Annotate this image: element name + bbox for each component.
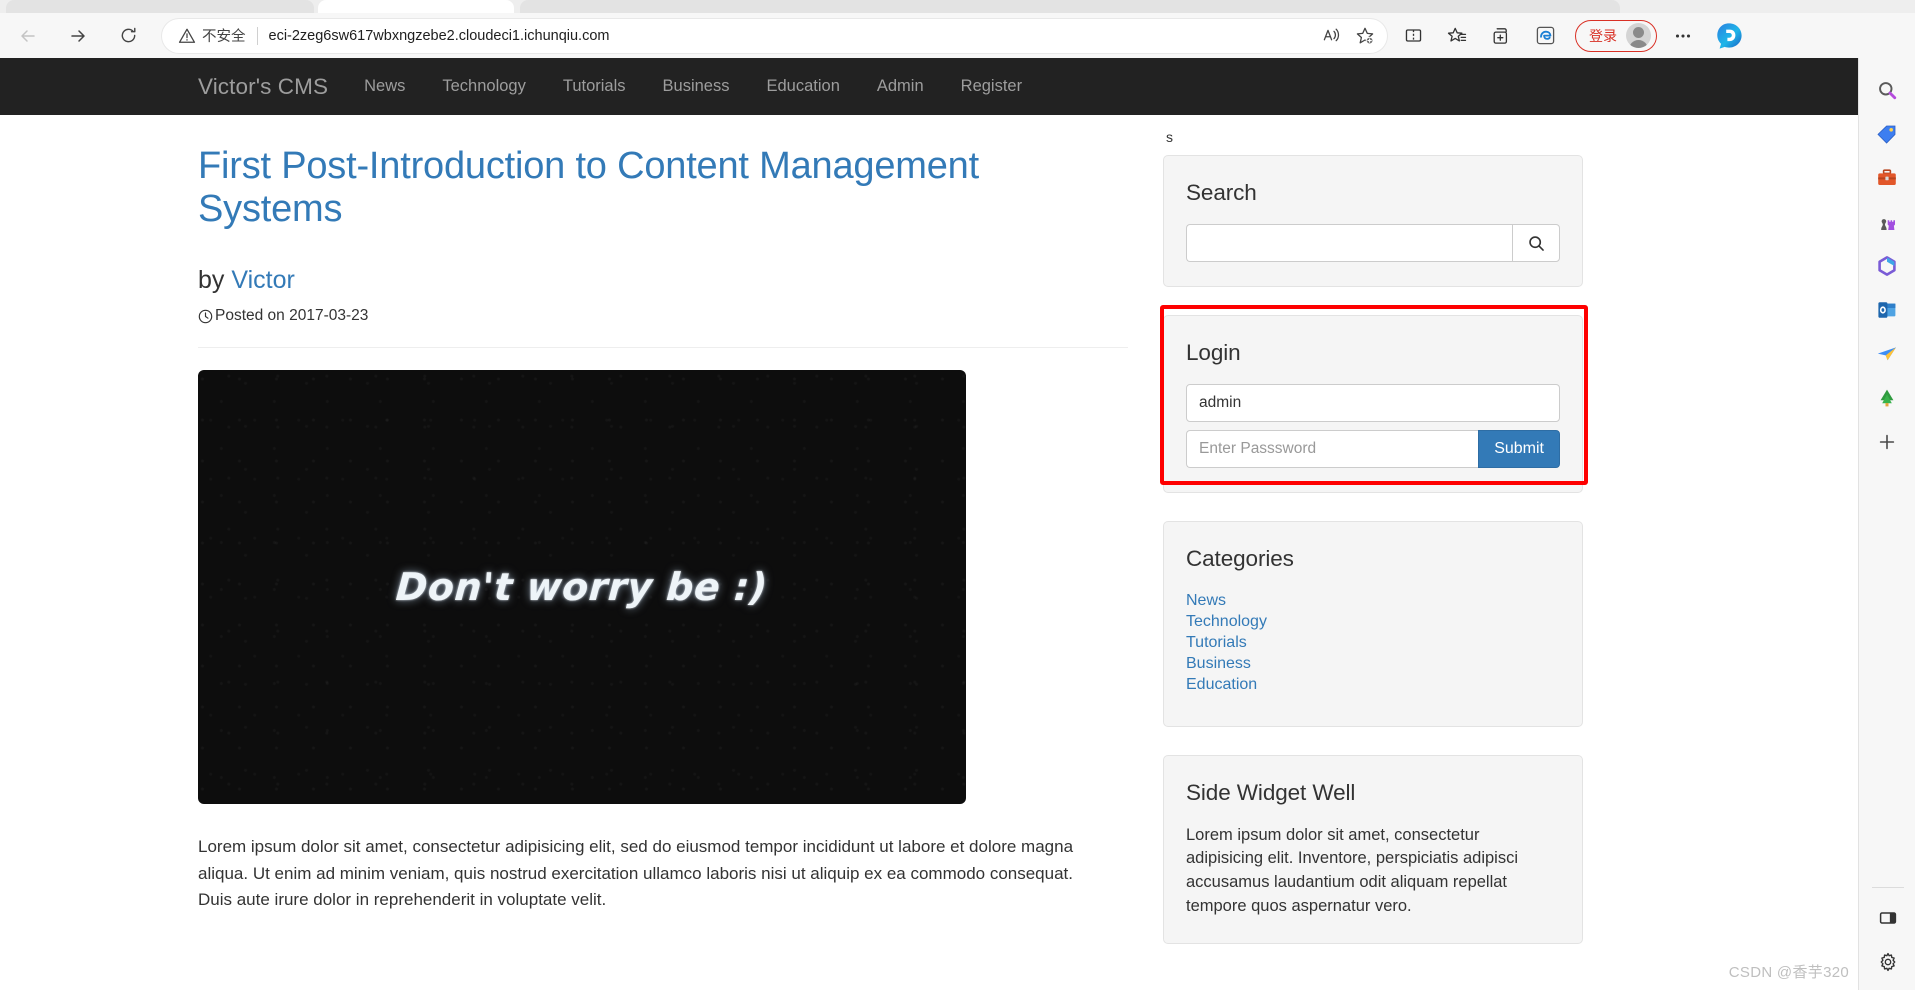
nav-link-tutorials[interactable]: Tutorials [563,77,626,96]
category-link-education[interactable]: Education [1186,674,1560,695]
search-widget: Search [1163,155,1583,287]
password-input[interactable] [1186,430,1479,468]
edge-sidebar-bottom [1859,881,1915,982]
search-input-group [1186,224,1560,262]
browser-window: 不安全 eci-2zeg6sw617wbxngzebe2.cloudeci1.i… [0,0,1915,990]
post-body-text: Lorem ipsum dolor sit amet, consectetur … [198,837,1074,910]
by-prefix: by [198,266,225,295]
site-brand[interactable]: Victor's CMS [198,74,328,100]
url-separator [256,26,258,45]
post-date: Posted on 2017-03-23 [198,307,1128,325]
post-author-line: by Victor [198,266,1128,295]
read-aloud-icon[interactable] [1315,22,1347,50]
nav-link-admin[interactable]: Admin [877,77,924,96]
paper-plane-icon[interactable] [1867,334,1907,374]
nav-link-register[interactable]: Register [961,77,1022,96]
not-secure-warning-icon [178,27,196,45]
search-widget-title: Search [1186,180,1257,205]
browser-essentials-icon[interactable] [1483,19,1519,53]
add-favorite-icon[interactable] [1349,22,1381,50]
nav-link-business[interactable]: Business [663,77,730,96]
sidebar-panel-icon[interactable] [1868,898,1908,938]
copilot-icon[interactable] [1711,19,1747,53]
stray-text: s [1166,129,1173,145]
split-screen-icon[interactable] [1395,19,1431,53]
ie-mode-icon[interactable] [1527,19,1563,53]
login-widget: Login Submit [1163,315,1583,493]
nav-link-news[interactable]: News [364,77,405,96]
category-link-news[interactable]: News [1186,590,1560,611]
collections-icon[interactable] [1439,19,1475,53]
submit-button[interactable]: Submit [1478,430,1560,468]
login-widget-wrapper: Login Submit [1160,305,1588,493]
site-navbar: Victor's CMS News Technology Tutorials B… [0,58,1858,115]
address-bar[interactable]: 不安全 eci-2zeg6sw617wbxngzebe2.cloudeci1.i… [162,18,1387,53]
category-link-technology[interactable]: Technology [1186,611,1560,632]
csdn-watermark: CSDN @香芋320 [1728,964,1849,981]
username-input[interactable] [1186,384,1560,422]
security-status-text: 不安全 [202,29,246,45]
sidebar-column: s Search Login admin Enter Passsword Sub… [1160,115,1588,972]
login-widget-title: Login [1186,340,1241,365]
tree-icon[interactable] [1867,378,1907,418]
games-icon[interactable] [1867,202,1907,242]
post-author-link[interactable]: Victor [231,266,294,294]
categories-list: News Technology Tutorials Business Educa… [1186,590,1560,696]
background-tab[interactable] [520,0,1620,13]
categories-widget-title: Categories [1186,546,1294,571]
categories-widget: Categories News Technology Tutorials Bus… [1163,521,1583,727]
forward-button[interactable] [56,19,100,53]
avatar [1626,23,1651,48]
page-viewport: Victor's CMS News Technology Tutorials B… [0,58,1858,990]
back-button[interactable] [6,19,50,53]
side-widget-well: Side Widget Well Lorem ipsum dolor sit a… [1163,754,1583,945]
page-title: First Post-Introduction to Content Manag… [198,145,979,230]
edge-sidebar [1858,58,1915,990]
well-title: Side Widget Well [1186,779,1356,805]
background-tab[interactable] [6,0,314,13]
search-button[interactable] [1512,224,1560,262]
microsoft365-icon[interactable] [1867,246,1907,286]
search-icon[interactable] [1867,70,1907,110]
active-tab[interactable] [318,0,514,13]
url-text[interactable]: eci-2zeg6sw617wbxngzebe2.cloudeci1.ichun… [269,28,1314,44]
search-input[interactable] [1186,224,1512,262]
divider [198,347,1128,349]
post-featured-image: Don't worry be :) [198,370,966,805]
category-link-tutorials[interactable]: Tutorials [1186,632,1560,653]
post-image-caption: Don't worry be :) [394,565,770,610]
browser-toolbar: 不安全 eci-2zeg6sw617wbxngzebe2.cloudeci1.i… [0,13,1915,58]
settings-and-more-icon[interactable] [1665,19,1701,53]
add-sidebar-icon[interactable] [1867,422,1907,462]
shopping-tag-icon[interactable] [1867,114,1907,154]
nav-link-technology[interactable]: Technology [442,77,525,96]
reload-button[interactable] [106,19,150,53]
well-text: Lorem ipsum dolor sit amet, consectetur … [1186,825,1518,916]
tools-briefcase-icon[interactable] [1867,158,1907,198]
page-container: First Post-Introduction to Content Manag… [0,115,1858,972]
nav-link-education[interactable]: Education [766,77,839,96]
login-label: 登录 [1589,27,1617,44]
post-main-column: First Post-Introduction to Content Manag… [198,115,1128,972]
tab-strip [0,0,1915,13]
divider [1871,887,1904,888]
clock-icon [198,309,213,324]
sidebar-settings-gear-icon[interactable] [1868,942,1908,982]
category-link-business[interactable]: Business [1186,653,1560,674]
post-date-text: Posted on 2017-03-23 [215,307,369,325]
profile-login-button[interactable]: 登录 [1575,19,1657,52]
outlook-icon[interactable] [1867,290,1907,330]
password-row: Submit [1186,430,1560,468]
